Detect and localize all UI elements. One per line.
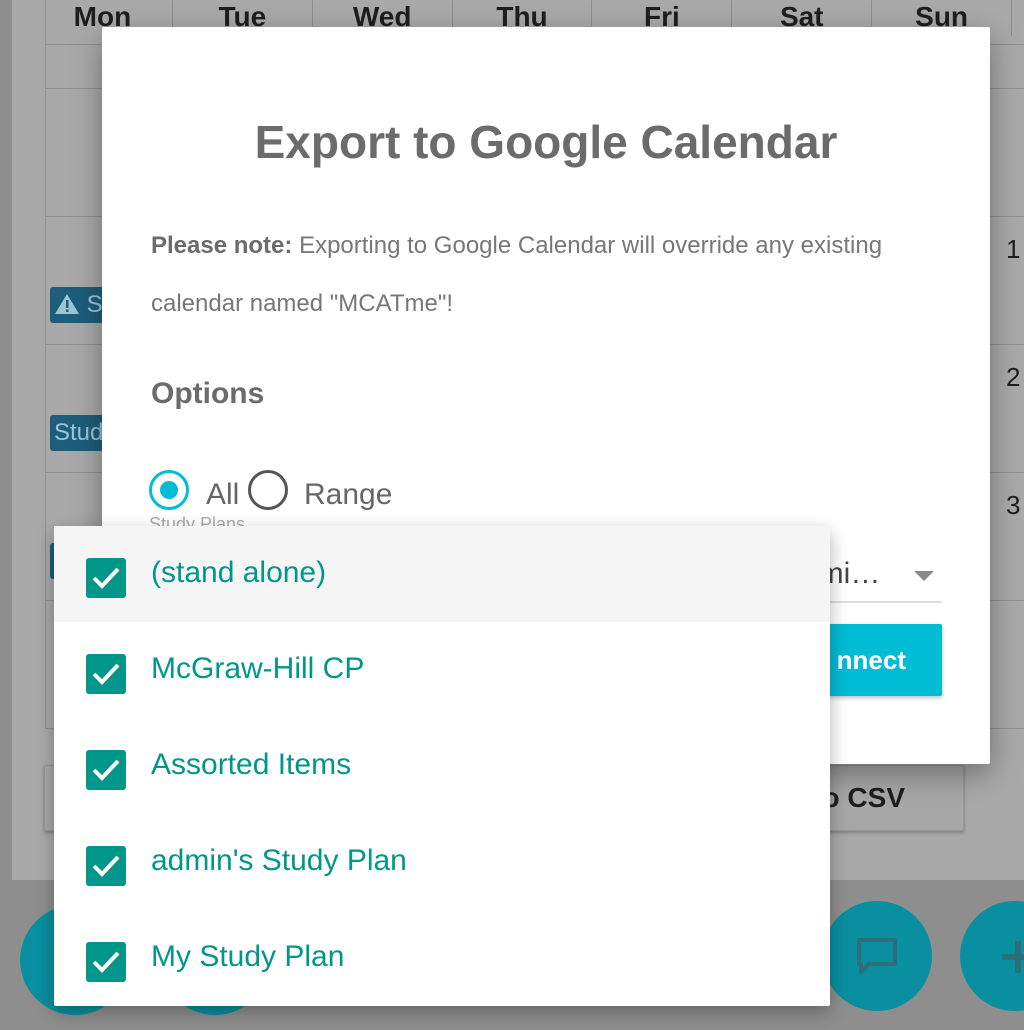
dropdown-item[interactable]: Assorted Items [54,718,830,814]
chat-icon [857,938,897,974]
dropdown-item-label: My Study Plan [151,940,345,973]
radio-all[interactable] [149,470,189,510]
dialog-title: Export to Google Calendar [254,116,838,168]
note-bold: Please note: [151,232,293,259]
checkmark-icon [92,951,120,973]
dropdown-item-label: Assorted Items [151,748,352,781]
week-number: 3 [1006,490,1021,520]
checkbox-checked[interactable] [86,654,126,694]
week-number: 1 [1006,234,1021,264]
dropdown-item-label: (stand alone) [151,556,327,589]
options-title: Options [151,377,265,410]
dropdown-item-label: McGraw-Hill CP [151,652,365,685]
dropdown-arrow-icon [914,571,934,581]
checkmark-icon [92,567,120,589]
calendar-event-chip[interactable]: S [50,287,107,323]
dropdown-item-label: admin's Study Plan [151,844,407,877]
checkbox-checked[interactable] [86,558,126,598]
checkmark-icon [92,663,120,685]
add-button[interactable] [960,901,1024,1011]
chat-button[interactable] [822,901,932,1011]
dropdown-item[interactable]: McGraw-Hill CP [54,622,830,718]
radio-range[interactable] [248,470,288,510]
study-plans-dropdown: (stand alone) McGraw-Hill CP Assorted It… [54,526,830,1006]
week-number: 2 [1006,362,1021,392]
checkbox-checked[interactable] [86,846,126,886]
calendar-event-label: S [86,291,103,318]
radio-all-label: All [206,478,240,511]
add-icon [1002,941,1024,973]
radio-range-label: Range [304,478,393,511]
warning-icon [55,294,79,314]
dropdown-item[interactable]: (stand alone) [54,526,830,622]
calendar-event-chip[interactable]: Stud [50,415,108,451]
calendar-event-label: Stud [54,419,104,446]
calendar-grid-line [45,0,46,728]
checkbox-checked[interactable] [86,750,126,790]
checkmark-icon [92,855,120,877]
checkmark-icon [92,759,120,781]
dropdown-item[interactable]: My Study Plan [54,910,830,1006]
dropdown-item[interactable]: admin's Study Plan [54,814,830,910]
checkbox-checked[interactable] [86,942,126,982]
dialog-note: Please note: Exporting to Google Calenda… [151,217,931,333]
